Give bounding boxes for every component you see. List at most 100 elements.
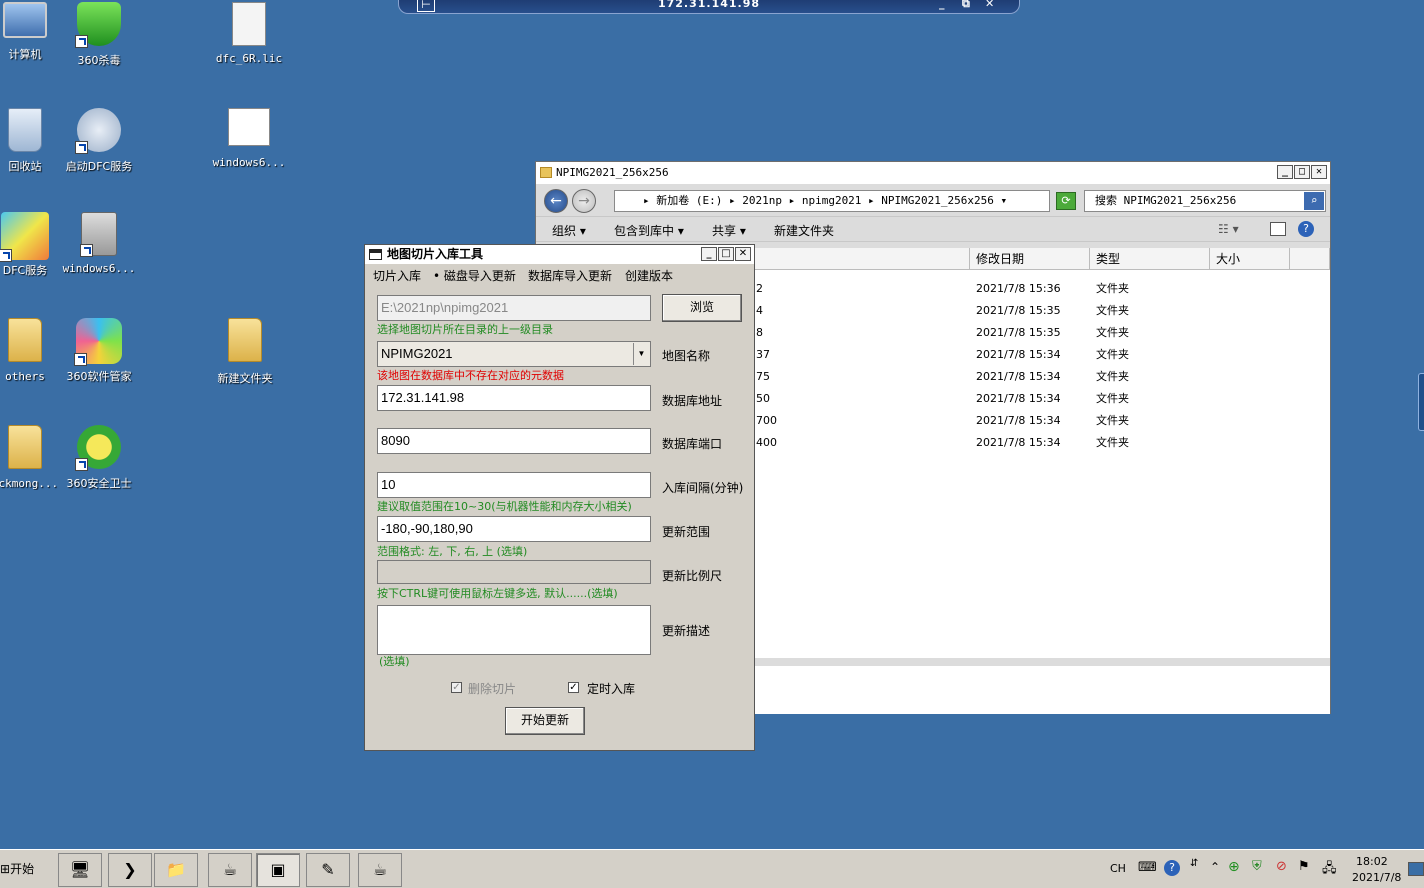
db-port-input[interactable]: 8090 bbox=[377, 428, 651, 454]
tab-create-version[interactable]: 创建版本 bbox=[625, 267, 673, 284]
notepad-icon[interactable]: ✎ bbox=[306, 853, 350, 887]
minimize-icon[interactable]: _ bbox=[939, 0, 945, 10]
java-app-icon[interactable]: ☕ bbox=[208, 853, 252, 887]
desktop-icon-windows6-b[interactable]: windows6... bbox=[54, 212, 144, 275]
window-taskbar-icon[interactable]: ▣ bbox=[256, 853, 300, 887]
tab-db-import[interactable]: 数据库导入更新 bbox=[528, 267, 612, 284]
row-name: 75 bbox=[756, 370, 770, 383]
minimize-button[interactable]: _ bbox=[1277, 165, 1293, 179]
refresh-button[interactable]: ⟳ bbox=[1056, 192, 1076, 210]
help-icon[interactable]: ? bbox=[1164, 860, 1180, 876]
share-menu[interactable]: 共享 ▾ bbox=[712, 222, 746, 239]
map-name-value: NPIMG2021 bbox=[381, 346, 453, 361]
network-icon[interactable]: 🖧 bbox=[1322, 859, 1337, 881]
close-button[interactable]: ✕ bbox=[1311, 165, 1327, 179]
preview-pane-icon[interactable] bbox=[1270, 222, 1286, 236]
maximize-button[interactable]: □ bbox=[1294, 165, 1310, 179]
path-input[interactable]: E:\2021np\npimg2021 bbox=[377, 295, 651, 321]
clock-date[interactable]: 2021/7/8 bbox=[1352, 871, 1401, 884]
java-app-icon-2[interactable]: ☕ bbox=[358, 853, 402, 887]
row-name: 37 bbox=[756, 348, 770, 361]
tab-disk-import[interactable]: • 磁盘导入更新 bbox=[433, 267, 516, 284]
desktop-icon-label: dfc_6R.lic bbox=[215, 52, 283, 65]
desktop-icon-new-folder[interactable]: 新建文件夹 bbox=[200, 318, 290, 386]
desktop-icon-label: 360杀毒 bbox=[77, 54, 121, 67]
view-options-icon[interactable]: ☷ ▾ bbox=[1218, 222, 1239, 236]
clock-time[interactable]: 18:02 bbox=[1356, 855, 1388, 868]
include-in-library-menu[interactable]: 包含到库中 ▾ bbox=[614, 222, 684, 239]
desktop-icon-start-dfc[interactable]: 启动DFC服务 bbox=[54, 108, 144, 174]
powershell-icon[interactable]: ❯ bbox=[108, 853, 152, 887]
path-hint: 选择地图切片所在目录的上一级目录 bbox=[377, 323, 553, 336]
shield-tray-icon[interactable]: ⛨ bbox=[1252, 859, 1262, 874]
row-modified: 2021/7/8 15:34 bbox=[976, 436, 1061, 449]
address-bar-area: ← → ▸ 新加卷 (E:) ▸ 2021np ▸ npimg2021 ▸ NP… bbox=[536, 184, 1330, 216]
start-button[interactable]: ⊞开始 bbox=[0, 860, 34, 877]
timed-import-checkbox[interactable]: ✓ bbox=[568, 682, 579, 693]
row-modified: 2021/7/8 15:34 bbox=[976, 392, 1061, 405]
db-address-input[interactable]: 172.31.141.98 bbox=[377, 385, 651, 411]
search-icon[interactable]: ⌕ bbox=[1304, 192, 1324, 210]
close-icon[interactable]: ✕ bbox=[985, 0, 994, 10]
language-indicator[interactable]: CH bbox=[1110, 862, 1126, 875]
forward-button[interactable]: → bbox=[572, 189, 596, 213]
range-input[interactable]: -180,-90,180,90 bbox=[377, 516, 651, 542]
tray-expand-icon[interactable]: ⌃ bbox=[1210, 860, 1220, 874]
back-button[interactable]: ← bbox=[544, 189, 568, 213]
folder-icon bbox=[228, 318, 262, 362]
flag-icon[interactable]: ⚑ bbox=[1298, 859, 1310, 874]
description-textarea[interactable] bbox=[377, 605, 651, 655]
desktop-icon-label: windows6... bbox=[212, 156, 286, 169]
row-type: 文件夹 bbox=[1096, 436, 1129, 449]
desktop-icon-label: windows6... bbox=[62, 262, 136, 275]
butterfly-icon bbox=[74, 318, 122, 366]
dialog-titlebar[interactable]: 地图切片入库工具 _ □ ✕ bbox=[365, 245, 754, 264]
minimize-button[interactable]: _ bbox=[701, 247, 717, 261]
interval-input[interactable]: 10 bbox=[377, 472, 651, 498]
column-header-type[interactable]: 类型 bbox=[1090, 248, 1210, 270]
explorer-toolbar: 组织 ▾ 包含到库中 ▾ 共享 ▾ 新建文件夹 ☷ ▾ ? bbox=[536, 216, 1330, 242]
antivirus-tray-icon[interactable]: ⊘ bbox=[1276, 859, 1287, 874]
search-input[interactable]: 搜索 NPIMG2021_256x256 ⌕ bbox=[1084, 190, 1326, 212]
restore-icon[interactable]: ⧉ bbox=[962, 0, 970, 11]
360-tray-icon[interactable]: ⊕ bbox=[1228, 859, 1240, 875]
side-panel-handle[interactable] bbox=[1418, 373, 1424, 431]
tab-tile-import[interactable]: 切片入库 bbox=[373, 267, 421, 284]
browse-button[interactable]: 浏览 bbox=[662, 294, 742, 322]
delete-tiles-label: 删除切片 bbox=[468, 682, 517, 696]
tray-menu-icon[interactable]: ⇵ bbox=[1190, 858, 1198, 869]
organize-menu[interactable]: 组织 ▾ bbox=[552, 222, 586, 239]
chevron-down-icon[interactable]: ▼ bbox=[633, 343, 649, 365]
delete-tiles-checkbox[interactable]: ✓ bbox=[451, 682, 462, 693]
scale-hint: 按下CTRL键可使用鼠标左键多选, 默认......(选填) bbox=[377, 587, 618, 600]
explorer-titlebar[interactable]: NPIMG2021_256x256 _ □ ✕ bbox=[536, 162, 1330, 184]
close-button[interactable]: ✕ bbox=[735, 247, 751, 261]
start-update-button[interactable]: 开始更新 bbox=[505, 707, 585, 735]
explorer-taskbar-icon[interactable]: 📁 bbox=[154, 853, 198, 887]
desktop-icon-360-software[interactable]: 360软件管家 bbox=[54, 318, 144, 384]
installer-icon bbox=[80, 212, 117, 257]
scale-list[interactable] bbox=[377, 560, 651, 584]
map-name-select[interactable]: NPIMG2021 ▼ bbox=[377, 341, 651, 367]
address-input[interactable]: ▸ 新加卷 (E:) ▸ 2021np ▸ npimg2021 ▸ NPIMG2… bbox=[614, 190, 1050, 212]
folder-icon bbox=[8, 425, 42, 469]
keyboard-icon[interactable]: ⌨ bbox=[1138, 860, 1157, 875]
desktop-icon-360-antivirus[interactable]: 360杀毒 bbox=[54, 2, 144, 68]
column-header-modified[interactable]: 修改日期 bbox=[970, 248, 1090, 270]
server-manager-icon[interactable]: 🖥 bbox=[58, 853, 102, 887]
window-icon bbox=[369, 249, 382, 260]
maximize-button[interactable]: □ bbox=[718, 247, 734, 261]
file-icon bbox=[232, 2, 266, 46]
dialog-title: 地图切片入库工具 bbox=[387, 247, 484, 261]
new-folder-button[interactable]: 新建文件夹 bbox=[774, 222, 834, 239]
help-icon[interactable]: ? bbox=[1298, 221, 1314, 237]
desktop-icon-360-security[interactable]: 360安全卫士 bbox=[54, 425, 144, 491]
timed-import-label: 定时入库 bbox=[587, 682, 636, 696]
desktop-icon-windows6-a[interactable]: windows6... bbox=[204, 108, 294, 169]
show-desktop-button[interactable] bbox=[1408, 862, 1424, 876]
desktop-icon-license-file[interactable]: dfc_6R.lic bbox=[204, 2, 294, 65]
column-header-size[interactable]: 大小 bbox=[1210, 248, 1290, 270]
computer-icon bbox=[3, 2, 47, 38]
explorer-title: NPIMG2021_256x256 bbox=[556, 166, 669, 179]
folder-icon bbox=[540, 167, 552, 178]
